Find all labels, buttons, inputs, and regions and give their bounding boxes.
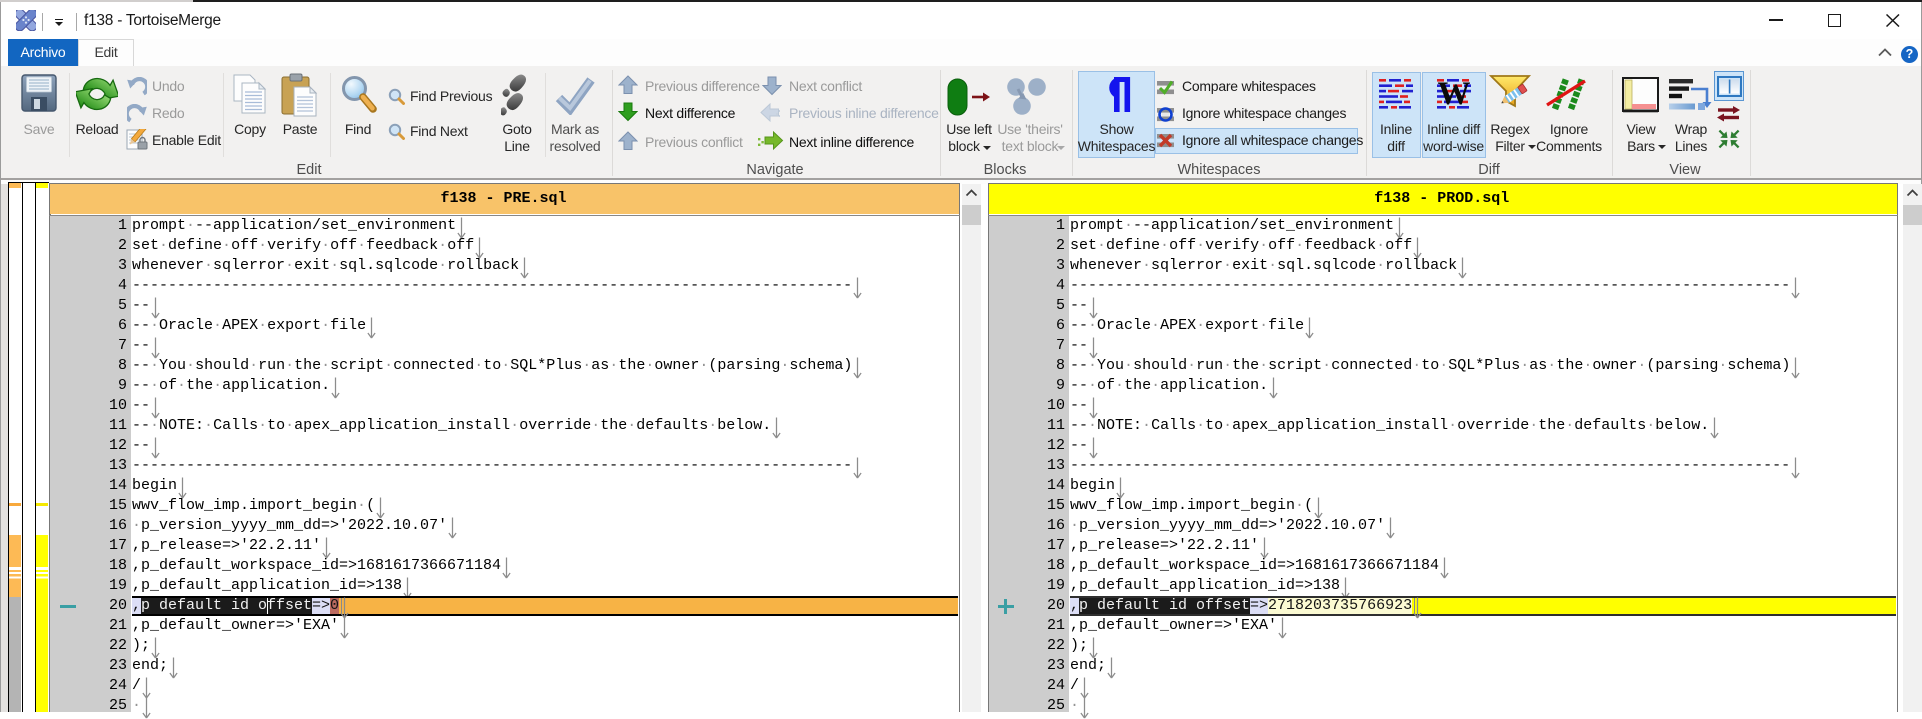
svg-text:W: W xyxy=(1438,78,1471,112)
